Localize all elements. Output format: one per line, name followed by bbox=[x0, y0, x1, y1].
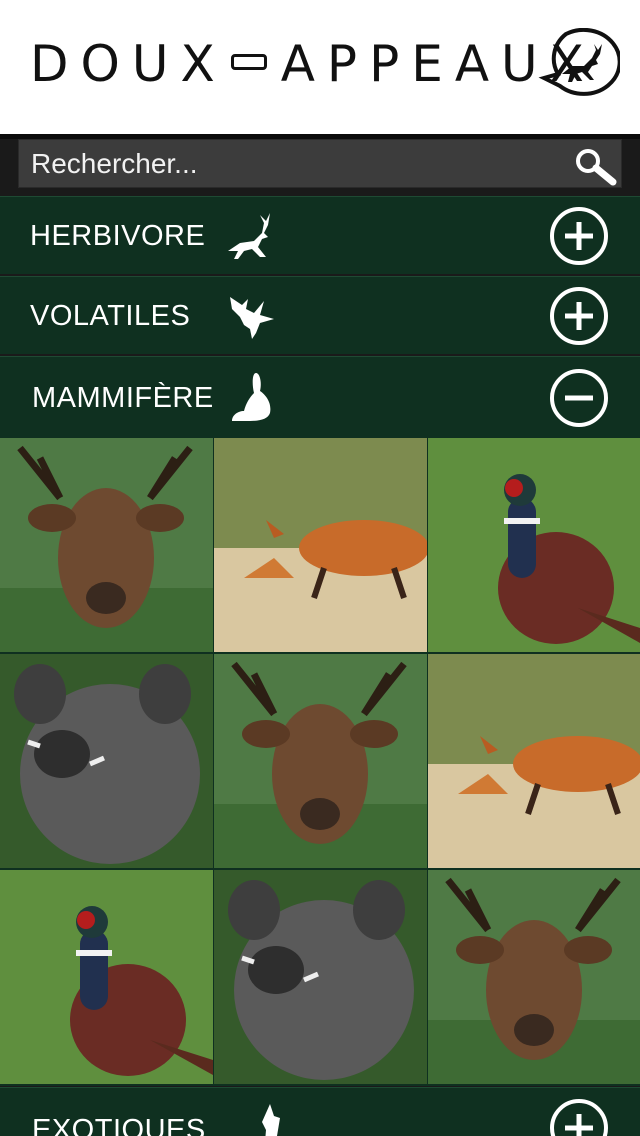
animal-tile-boar[interactable] bbox=[214, 870, 427, 1084]
deer-photo bbox=[428, 870, 640, 1084]
fox-photo bbox=[428, 654, 640, 868]
category-label: EXOTIQUES bbox=[32, 1114, 206, 1136]
pheasant-photo bbox=[0, 870, 213, 1084]
kangaroo-icon bbox=[262, 1104, 280, 1136]
bird-icon bbox=[230, 297, 274, 339]
category-volatiles[interactable]: VOLATILES bbox=[0, 276, 640, 354]
search-box[interactable] bbox=[18, 139, 622, 188]
animal-tile-fox[interactable] bbox=[428, 654, 640, 868]
search-input[interactable] bbox=[31, 146, 531, 182]
search-bar bbox=[0, 139, 640, 194]
category-label: MAMMIFÈRE bbox=[32, 382, 214, 414]
category-label: HERBIVORE bbox=[30, 220, 206, 252]
whistle-icon bbox=[230, 54, 267, 70]
animal-tile-deer[interactable] bbox=[0, 438, 213, 652]
expand-plus-icon[interactable] bbox=[549, 286, 609, 346]
animal-tile-pheasant[interactable] bbox=[0, 870, 213, 1084]
animal-tile-boar[interactable] bbox=[0, 654, 213, 868]
pheasant-photo bbox=[428, 438, 640, 652]
animal-grid bbox=[0, 438, 640, 1086]
animal-tile-deer[interactable] bbox=[214, 654, 427, 868]
search-icon[interactable] bbox=[573, 146, 617, 186]
animal-tile-pheasant[interactable] bbox=[428, 438, 640, 652]
category-exotiques[interactable]: EXOTIQUES bbox=[0, 1087, 640, 1136]
category-mammifere[interactable]: MAMMIFÈRE bbox=[0, 356, 640, 438]
brand-text-left: DOUX bbox=[30, 35, 227, 93]
deer-photo bbox=[214, 654, 427, 868]
boar-photo bbox=[0, 654, 213, 868]
deer-photo bbox=[0, 438, 213, 652]
collapse-minus-icon[interactable] bbox=[549, 368, 609, 428]
brand-wordmark: DOUX APPEAUX bbox=[30, 34, 596, 94]
expand-plus-icon[interactable] bbox=[549, 206, 609, 266]
animal-tile-deer[interactable] bbox=[428, 870, 640, 1084]
deer-icon bbox=[228, 213, 270, 259]
boar-photo bbox=[214, 870, 427, 1084]
animal-tile-fox[interactable] bbox=[214, 438, 427, 652]
expand-plus-icon[interactable] bbox=[549, 1098, 609, 1136]
fox-photo bbox=[214, 438, 427, 652]
deer-logo-icon bbox=[538, 28, 620, 96]
app-header: DOUX APPEAUX bbox=[0, 0, 640, 134]
category-label: VOLATILES bbox=[30, 300, 191, 332]
rabbit-icon bbox=[232, 373, 271, 421]
category-herbivore[interactable]: HERBIVORE bbox=[0, 196, 640, 274]
